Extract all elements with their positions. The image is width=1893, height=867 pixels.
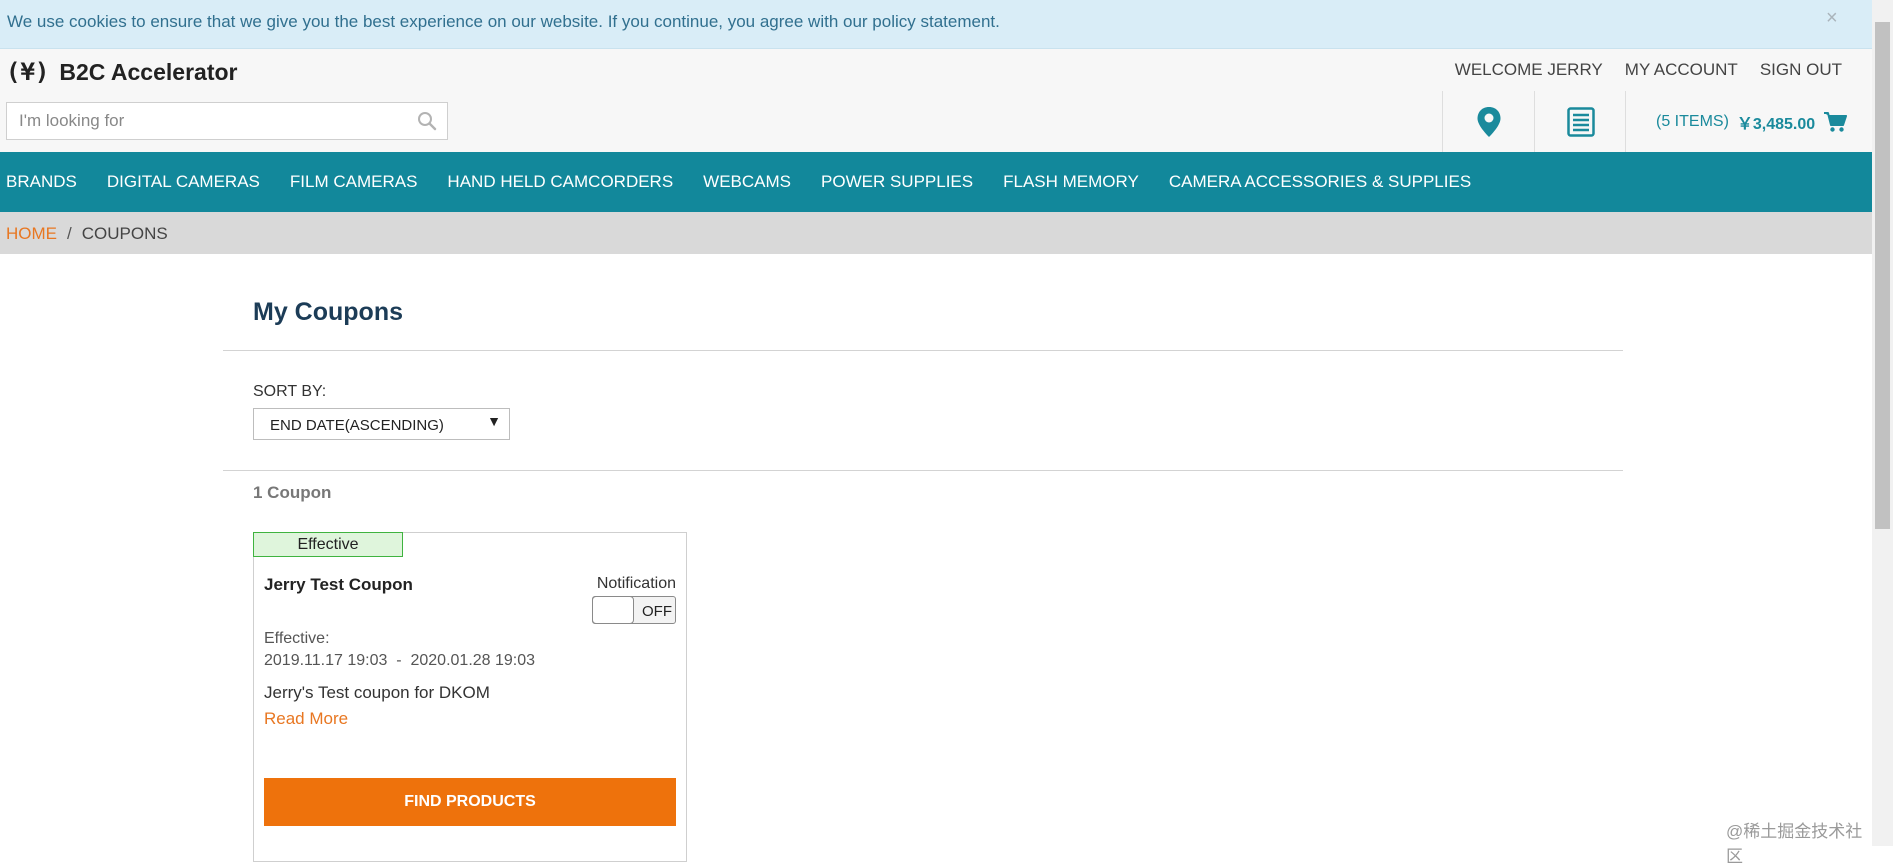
coupon-name: Jerry Test Coupon xyxy=(264,575,413,594)
notification-toggle[interactable]: OFF xyxy=(592,596,676,624)
nav-item-brands[interactable]: BRANDS xyxy=(6,172,77,192)
nav-item-webcams[interactable]: WEBCAMS xyxy=(703,172,791,192)
sort-selected-value: END DATE(ASCENDING) xyxy=(270,417,444,434)
search-input[interactable] xyxy=(7,103,407,139)
sort-select[interactable]: END DATE(ASCENDING) ▼ xyxy=(253,408,510,440)
map-pin-icon xyxy=(1477,106,1501,137)
status-badge: Effective xyxy=(253,532,403,557)
toggle-knob xyxy=(592,596,634,624)
nav-item-film-cameras[interactable]: FILM CAMERAS xyxy=(290,172,418,192)
coupon-card: Effective Jerry Test Coupon Notification… xyxy=(253,532,687,862)
cart-item-count: (5 ITEMS) xyxy=(1656,112,1729,130)
account-links: WELCOME JERRY MY ACCOUNT SIGN OUT xyxy=(1455,60,1842,80)
store-finder-button[interactable] xyxy=(1442,91,1535,152)
sort-label: SORT BY: xyxy=(253,383,327,400)
quick-order-button[interactable] xyxy=(1534,91,1626,152)
breadcrumb-separator: / xyxy=(67,224,72,243)
site-logo[interactable]: (¥) B2C Accelerator xyxy=(6,58,237,86)
cookie-banner: We use cookies to ensure that we give yo… xyxy=(0,0,1872,49)
page: We use cookies to ensure that we give yo… xyxy=(0,0,1872,866)
notification-label: Notification xyxy=(596,575,676,592)
nav-item-hand-held-camcorders[interactable]: HAND HELD CAMCORDERS xyxy=(447,172,673,192)
caret-down-icon: ▼ xyxy=(487,413,501,429)
divider xyxy=(223,350,1623,351)
sign-out-link[interactable]: SIGN OUT xyxy=(1760,60,1842,80)
logo-text: B2C Accelerator xyxy=(59,58,238,85)
scrollbar[interactable] xyxy=(1872,0,1893,846)
coupon-count: 1 Coupon xyxy=(253,483,332,502)
cart-icon xyxy=(1824,111,1848,132)
mini-cart[interactable]: (5 ITEMS) ￥3,485.00 xyxy=(1625,91,1872,152)
breadcrumb-home[interactable]: HOME xyxy=(6,224,57,244)
page-title: My Coupons xyxy=(253,298,403,326)
divider xyxy=(223,470,1623,471)
read-more-link[interactable]: Read More xyxy=(264,709,348,729)
close-icon[interactable]: × xyxy=(1826,7,1838,30)
nav-item-power-supplies[interactable]: POWER SUPPLIES xyxy=(821,172,973,192)
nav-item-flash-memory[interactable]: FLASH MEMORY xyxy=(1003,172,1139,192)
nav-item-camera-accessories[interactable]: CAMERA ACCESSORIES & SUPPLIES xyxy=(1169,172,1471,192)
logo-mark: (¥) xyxy=(6,58,50,86)
coupon-description: Jerry's Test coupon for DKOM xyxy=(264,683,490,702)
effective-dates: 2019.11.17 19:03 - 2020.01.28 19:03 xyxy=(264,652,536,669)
breadcrumb: HOME / COUPONS xyxy=(0,212,1872,254)
nav-item-digital-cameras[interactable]: DIGITAL CAMERAS xyxy=(107,172,260,192)
my-account-link[interactable]: MY ACCOUNT xyxy=(1625,60,1738,80)
top-bar: (¥) B2C Accelerator WELCOME JERRY MY ACC… xyxy=(0,49,1872,92)
scrollbar-thumb[interactable] xyxy=(1875,22,1890,529)
cookie-banner-text: We use cookies to ensure that we give yo… xyxy=(7,12,1000,31)
welcome-link[interactable]: WELCOME JERRY xyxy=(1455,60,1603,80)
breadcrumb-current: COUPONS xyxy=(81,224,168,243)
effective-label: Effective: xyxy=(264,630,330,647)
search-row: (5 ITEMS) ￥3,485.00 xyxy=(0,91,1872,152)
toggle-state: OFF xyxy=(642,603,672,620)
watermark: @稀土掘金技术社区 xyxy=(1726,822,1863,866)
search-box xyxy=(6,102,448,140)
search-icon[interactable] xyxy=(417,111,437,131)
find-products-button[interactable]: FIND PRODUCTS xyxy=(264,778,676,826)
list-icon xyxy=(1566,106,1595,137)
category-nav: BRANDS DIGITAL CAMERAS FILM CAMERAS HAND… xyxy=(0,152,1872,212)
cart-total: ￥3,485.00 xyxy=(1736,115,1816,133)
